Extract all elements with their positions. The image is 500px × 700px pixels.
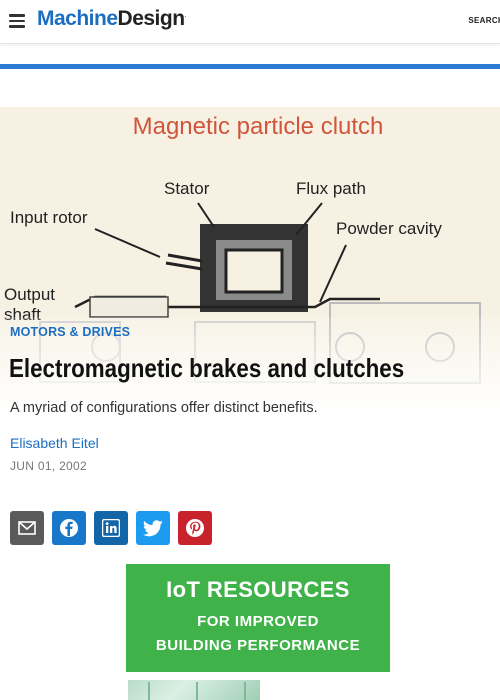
site-header: MachineDesign. SEARCH	[0, 0, 500, 44]
accent-rule	[0, 64, 500, 69]
logo-text-machine: Machine	[37, 7, 118, 30]
facebook-icon	[60, 519, 78, 537]
share-bar	[10, 511, 212, 545]
share-pinterest-button[interactable]	[178, 511, 212, 545]
share-facebook-button[interactable]	[52, 511, 86, 545]
diagram-label-input-rotor: Input rotor	[10, 208, 88, 227]
diagram-label-powder-cavity: Powder cavity	[336, 219, 442, 238]
diagram-label-output: Output	[4, 285, 55, 304]
twitter-icon	[143, 519, 163, 536]
publish-date: JUN 01, 2002	[10, 459, 87, 473]
share-email-button[interactable]	[10, 511, 44, 545]
logo-text-design: Design	[117, 7, 186, 30]
email-icon	[18, 521, 36, 535]
article-subtitle: A myriad of configurations offer distinc…	[10, 400, 318, 416]
logo-mark: .	[184, 10, 187, 19]
menu-icon[interactable]	[9, 14, 25, 28]
share-twitter-button[interactable]	[136, 511, 170, 545]
advertisement-banner[interactable]: IoT RESOURCES FOR IMPROVED BUILDING PERF…	[126, 564, 390, 700]
author-link[interactable]: Elisabeth Eitel	[10, 435, 99, 451]
diagram-title: Magnetic particle clutch	[133, 113, 384, 140]
ad-headline: IoT RESOURCES	[166, 577, 350, 602]
site-logo[interactable]: MachineDesign.	[37, 7, 187, 31]
share-linkedin-button[interactable]	[94, 511, 128, 545]
diagram-label-flux-path: Flux path	[296, 179, 366, 198]
ad-line-2: BUILDING PERFORMANCE	[155, 637, 361, 654]
pinterest-icon	[186, 519, 204, 537]
article-category-link[interactable]: MOTORS & DRIVES	[10, 325, 130, 339]
ad-subheadline: FOR IMPROVED BUILDING PERFORMANCE	[126, 610, 390, 658]
article-title: Electromagnetic brakes and clutches	[9, 353, 405, 383]
diagram-label-stator: Stator	[164, 179, 210, 198]
ad-building-image	[126, 672, 390, 700]
search-button[interactable]: SEARCH	[468, 16, 500, 25]
linkedin-icon	[102, 519, 120, 537]
ad-line-1: FOR IMPROVED	[197, 613, 319, 630]
